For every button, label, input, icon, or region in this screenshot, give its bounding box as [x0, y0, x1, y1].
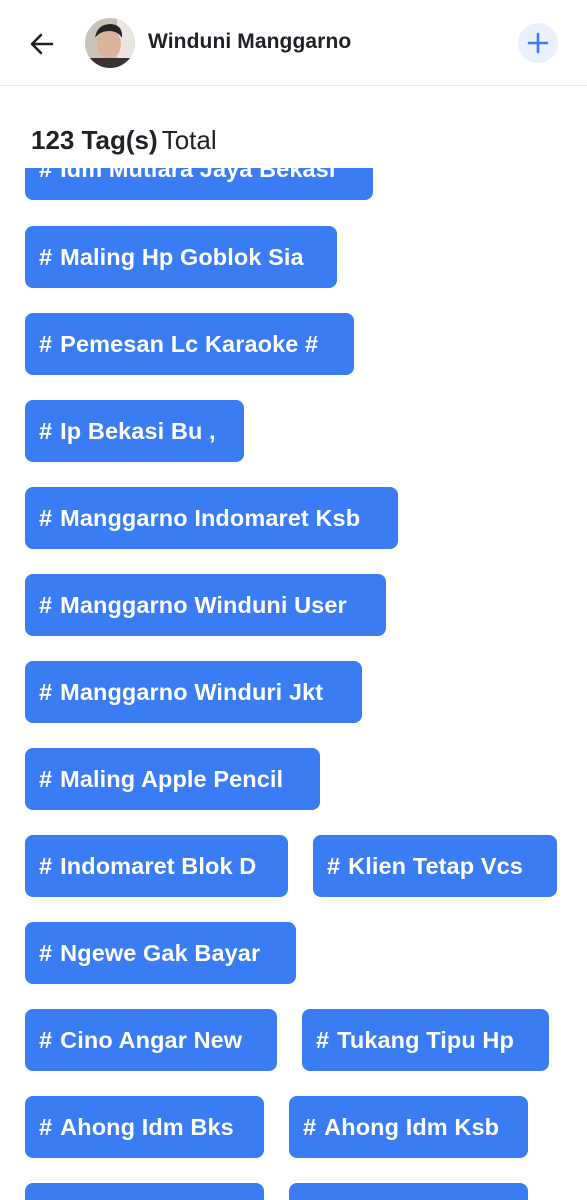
hash-icon: #: [316, 1026, 330, 1053]
tag-chip[interactable]: # Tukang Tipu Hp: [302, 1009, 549, 1071]
tag-label: Manggarno Indomaret Ksb: [60, 504, 361, 531]
tag-chip[interactable]: # Ahong Idm Bks: [25, 1096, 264, 1158]
tag-label: Manggarno Winduni User: [60, 591, 347, 618]
tag-chip[interactable]: # Indomaret Blok D: [25, 835, 288, 897]
tag-chip[interactable]: # Manggarno Winduni User: [25, 574, 386, 636]
back-button[interactable]: [22, 24, 62, 64]
hash-icon: #: [39, 504, 53, 531]
tag-chip[interactable]: # Maling Hp Goblok Sia: [25, 226, 337, 288]
avatar[interactable]: [85, 18, 135, 68]
tag-label: Maling Hp Goblok Sia: [60, 243, 304, 270]
tag-count-summary: 123 Tag(s) Total: [31, 125, 217, 156]
tag-label: Ahong Idm Bks: [60, 1113, 234, 1140]
hash-icon: #: [39, 591, 53, 618]
tag-chip[interactable]: # Ip Bekasi Bu ,: [25, 400, 244, 462]
tag-label: Maling Apple Pencil: [60, 765, 284, 792]
total-label: Total: [161, 125, 217, 155]
plus-icon: [527, 32, 549, 54]
hash-icon: #: [39, 1113, 53, 1140]
tag-chip[interactable]: # Cino Angar New: [25, 1009, 277, 1071]
hash-icon: #: [303, 1113, 317, 1140]
tag-label: Tukang Tipu Hp: [337, 1026, 514, 1053]
tag-chip[interactable]: # Pemesan Lc Karaoke #: [25, 313, 354, 375]
tag-chip[interactable]: # Idm Mutiara Jaya Bekasi: [25, 168, 373, 200]
username: Winduni Manggarno: [148, 30, 352, 53]
tag-label: Ip Bekasi Bu ,: [60, 417, 216, 444]
hash-icon: #: [39, 852, 53, 879]
tag-chip[interactable]: # Ahong Idm Ksb: [289, 1096, 528, 1158]
hash-icon: #: [39, 939, 53, 966]
hash-icon: #: [39, 417, 53, 444]
tag-chip[interactable]: [25, 1183, 264, 1200]
tag-label: Idm Mutiara Jaya Bekasi: [60, 168, 336, 182]
tag-label: Klien Tetap Vcs: [348, 852, 523, 879]
tag-chip[interactable]: # Manggarno Indomaret Ksb: [25, 487, 398, 549]
tag-label: Ngewe Gak Bayar: [60, 939, 261, 966]
tag-label: Ahong Idm Ksb: [324, 1113, 500, 1140]
tag-list[interactable]: # Idm Mutiara Jaya Bekasi # Maling Hp Gobl…: [0, 168, 587, 1200]
tag-chip[interactable]: # Maling Apple Pencil: [25, 748, 320, 810]
tag-chip[interactable]: # Klien Tetap Vcs: [313, 835, 557, 897]
tag-chip[interactable]: # Ngewe Gak Bayar: [25, 922, 296, 984]
tag-chip[interactable]: # Manggarno Winduri Jkt: [25, 661, 362, 723]
add-tag-button[interactable]: [518, 23, 558, 63]
tag-label: Manggarno Winduri Jkt: [60, 678, 324, 705]
hash-icon: #: [39, 678, 53, 705]
hash-icon: #: [39, 243, 53, 270]
arrow-left-icon: [30, 33, 54, 55]
tag-chip[interactable]: [289, 1183, 528, 1200]
tag-label: Pemesan Lc Karaoke #: [60, 330, 319, 357]
hash-icon: #: [39, 1026, 53, 1053]
tag-count: 123 Tag(s): [31, 125, 158, 155]
tag-label: Cino Angar New: [60, 1026, 243, 1053]
hash-icon: #: [39, 168, 53, 182]
hash-icon: #: [39, 330, 53, 357]
app-header: Winduni Manggarno: [0, 0, 587, 86]
hash-icon: #: [39, 765, 53, 792]
tag-label: Indomaret Blok D: [60, 852, 257, 879]
hash-icon: #: [327, 852, 341, 879]
avatar-image: [85, 18, 135, 68]
